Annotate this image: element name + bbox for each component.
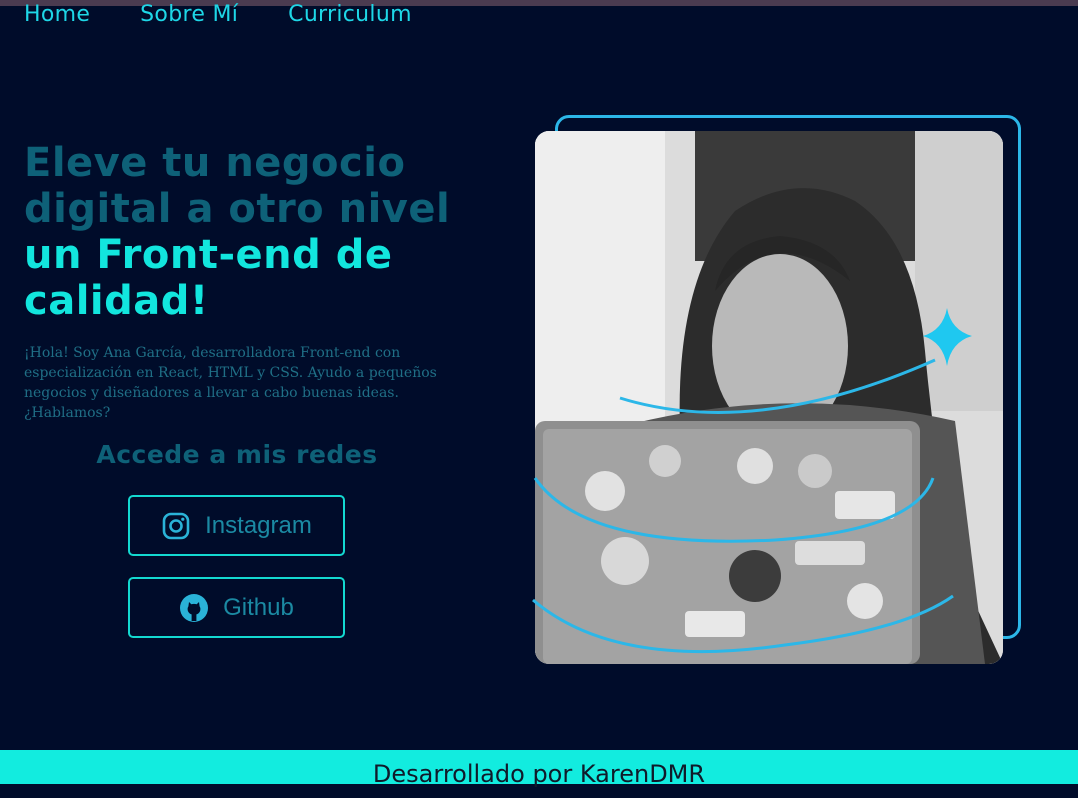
intro-text: ¡Hola! Soy Ana García, desarrolladora Fr… <box>24 345 437 421</box>
social-title: Accede a mis redes <box>96 440 378 469</box>
footer-credit: Desarrollado por KarenDMR <box>372 760 706 788</box>
github-label: Github <box>223 593 294 621</box>
nav-curriculum-link[interactable]: Curriculum <box>288 0 412 30</box>
github-icon <box>180 593 209 622</box>
nav-about-link[interactable]: Sobre Mí <box>140 0 238 30</box>
hero-title-line-2: digital a otro nivel <box>24 186 451 232</box>
instagram-icon <box>162 512 190 539</box>
profile-photo <box>535 131 1003 664</box>
hero-title: Eleve tu negocio digital a otro nivel un… <box>24 140 494 324</box>
main-nav: Home Sobre Mí Curriculum <box>24 0 412 30</box>
instagram-button[interactable]: Instagram <box>128 495 345 556</box>
github-button[interactable]: Github <box>128 577 345 638</box>
hero-title-line-1: Eleve tu negocio <box>24 140 406 186</box>
hero-title-line-4: calidad! <box>24 278 209 324</box>
hero-title-line-3: un Front-end de <box>24 232 393 278</box>
instagram-label: Instagram <box>205 511 312 539</box>
nav-home-link[interactable]: Home <box>24 0 90 30</box>
footer: Desarrollado por KarenDMR <box>0 750 1078 788</box>
